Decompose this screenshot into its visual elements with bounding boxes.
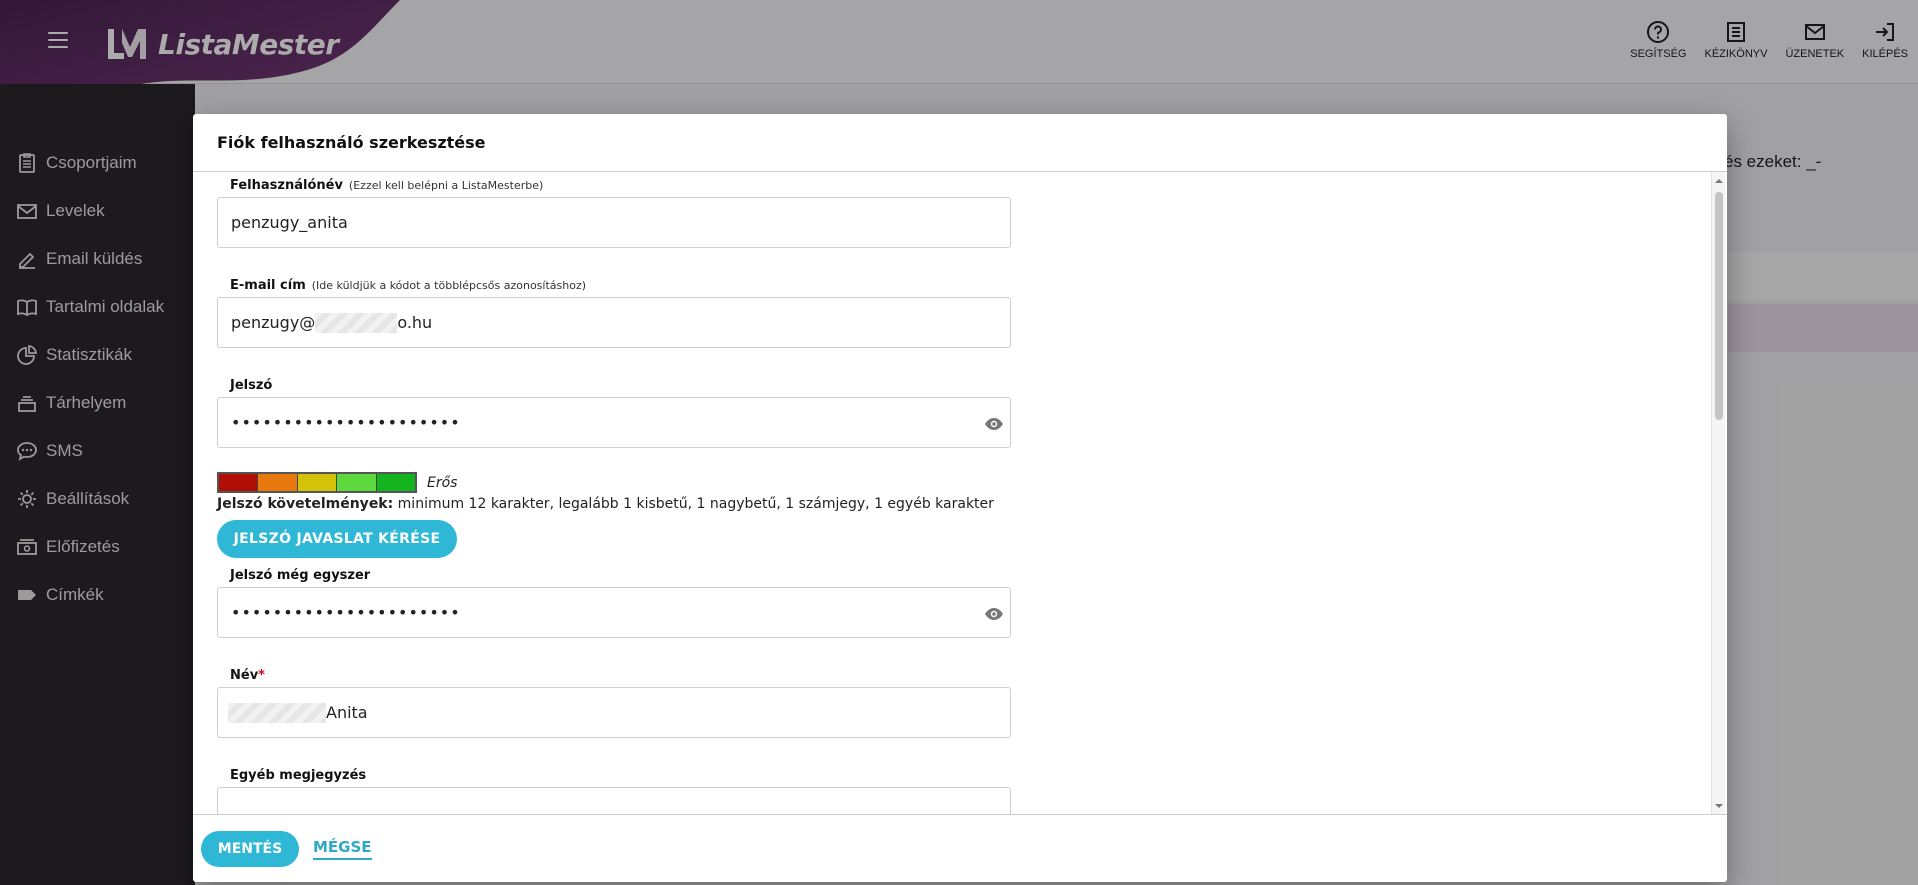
username-input[interactable]: penzugy_anita [217, 197, 1011, 248]
suggest-password-button[interactable]: JELSZÓ JAVASLAT KÉRÉSE [217, 520, 457, 558]
email-group: E-mail cím (Ide küldjük a kódot a többlép… [217, 278, 1011, 348]
redacted-text [228, 702, 326, 723]
strength-segment [337, 474, 377, 491]
user-form: Felhasználónév (Ezzel kell belépni a List… [217, 172, 1011, 814]
password-requirements: Jelszó követelmények: minimum 12 karakte… [217, 496, 1011, 512]
eye-icon[interactable] [984, 414, 1004, 434]
save-button[interactable]: MENTÉS [201, 831, 299, 867]
strength-segment [258, 474, 298, 491]
strength-segment [297, 474, 338, 491]
name-input[interactable]: Anita [217, 687, 1011, 738]
password-strength-label: Erős [427, 474, 458, 491]
password-confirm-input[interactable]: •••••••••••••••••••••• [217, 587, 1011, 638]
modal-footer: MENTÉS MÉGSE [193, 816, 1727, 882]
username-label: Felhasználónév (Ezzel kell belépni a List… [230, 178, 544, 193]
email-label: E-mail cím (Ide küldjük a kódot a többlép… [230, 278, 587, 293]
redacted-text [315, 312, 398, 333]
username-group: Felhasználónév (Ezzel kell belépni a List… [217, 178, 1011, 248]
strength-segment [219, 474, 259, 491]
password-requirements-label: Jelszó követelmények: [217, 496, 394, 512]
note-group: Egyéb megjegyzés [217, 768, 1011, 814]
password-label: Jelszó [230, 378, 273, 393]
required-mark: * [258, 668, 265, 683]
password-requirements-text: minimum 12 karakter, legalább 1 kisbetű,… [393, 496, 994, 512]
username-hint: (Ezzel kell belépni a ListaMesterbe) [348, 179, 544, 192]
password-strength-meter [217, 472, 417, 493]
password-input[interactable]: •••••••••••••••••••••• [217, 397, 1011, 448]
name-group: Név* Anita [217, 668, 1011, 738]
password-group: Jelszó •••••••••••••••••••••• [217, 378, 1011, 448]
name-label: Név* [230, 668, 265, 683]
scroll-down-icon[interactable] [1715, 802, 1723, 810]
modal-body[interactable]: Felhasználónév (Ezzel kell belépni a List… [193, 172, 1727, 815]
edit-account-user-dialog: Fiók felhasználó szerkesztése Felhasznál… [193, 114, 1727, 882]
email-input[interactable]: penzugy@ o.hu [217, 297, 1011, 348]
note-label: Egyéb megjegyzés [230, 768, 367, 783]
modal-title: Fiók felhasználó szerkesztése [217, 133, 486, 152]
email-hint: (Ide küldjük a kódot a többlépcsős azono… [311, 279, 587, 292]
password-confirm-label: Jelszó még egyszer [230, 568, 371, 583]
modal-header: Fiók felhasználó szerkesztése [193, 114, 1727, 172]
scroll-up-icon[interactable] [1715, 177, 1723, 185]
note-textarea[interactable] [217, 787, 1011, 814]
cancel-link[interactable]: MÉGSE [313, 838, 372, 860]
scroll-thumb[interactable] [1715, 192, 1723, 420]
modal-scrollbar[interactable] [1711, 172, 1725, 814]
eye-icon[interactable] [984, 604, 1004, 624]
password-strength: Erős [217, 472, 1011, 493]
strength-segment [376, 474, 416, 491]
password-confirm-group: Jelszó még egyszer •••••••••••••••••••••… [217, 568, 1011, 638]
